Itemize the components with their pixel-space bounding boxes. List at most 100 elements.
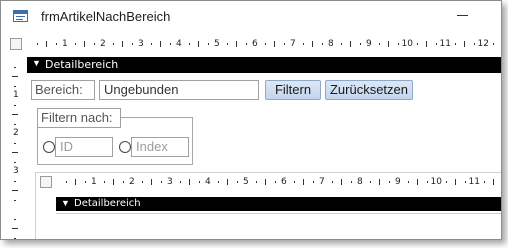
ruler-tick bbox=[75, 179, 76, 185]
option-index-label[interactable]: Index bbox=[131, 137, 189, 157]
subform-horizontal-ruler[interactable]: 1 2 3 4 5 6 7 8 9 10 11 bbox=[56, 173, 501, 191]
ruler-label: 10 bbox=[430, 177, 442, 187]
ruler-tick bbox=[169, 43, 171, 45]
ruler-tick bbox=[160, 41, 161, 47]
ruler-tick bbox=[312, 41, 313, 47]
ruler-tick bbox=[303, 179, 304, 185]
ruler-tick bbox=[36, 43, 38, 45]
ruler-label: 6 bbox=[281, 177, 287, 187]
ruler-tick bbox=[426, 41, 427, 47]
ruler-tick bbox=[14, 180, 16, 182]
ruler-tick bbox=[407, 181, 409, 183]
ruler-tick bbox=[189, 179, 190, 185]
ruler-tick bbox=[369, 181, 371, 183]
ruler-tick bbox=[14, 104, 16, 106]
ruler-label: 1 bbox=[62, 39, 68, 49]
horizontal-ruler[interactable]: 1 2 3 4 5 6 7 8 9 10 11 12 bbox=[27, 35, 501, 53]
ruler-tick bbox=[14, 142, 16, 144]
vertical-ruler[interactable]: 1 2 3 bbox=[5, 57, 25, 239]
ruler-tick bbox=[112, 43, 114, 45]
ruler-tick bbox=[312, 181, 314, 183]
ruler-tick bbox=[473, 43, 475, 45]
ruler-label: 3 bbox=[13, 166, 19, 176]
ruler-tick bbox=[255, 181, 257, 183]
ruler-tick bbox=[103, 181, 105, 183]
ruler-label: 4 bbox=[205, 177, 211, 187]
subform-control[interactable]: 1 2 3 4 5 6 7 8 9 10 11 ▼ Detailbereich bbox=[35, 172, 501, 239]
subform-section-arrow-icon: ▼ bbox=[61, 198, 70, 208]
ruler-tick bbox=[340, 43, 342, 45]
ruler-tick bbox=[492, 43, 494, 45]
subform-detail-section-label: Detailbereich bbox=[74, 198, 141, 209]
ruler-tick bbox=[378, 43, 380, 45]
ruler-tick bbox=[379, 179, 380, 185]
reset-button[interactable]: Zurücksetzen bbox=[325, 80, 413, 100]
ruler-tick bbox=[388, 41, 389, 47]
ruler-tick bbox=[264, 43, 266, 45]
ruler-tick bbox=[293, 181, 295, 183]
ruler-tick bbox=[227, 179, 228, 185]
ruler-tick bbox=[160, 181, 162, 183]
ruler-tick bbox=[14, 237, 16, 239]
filter-button[interactable]: Filtern bbox=[265, 80, 321, 100]
option-index-radio[interactable] bbox=[119, 141, 131, 153]
option-id-label[interactable]: ID bbox=[55, 137, 113, 157]
ruler-tick bbox=[12, 228, 18, 229]
ruler-tick bbox=[236, 41, 237, 47]
ruler-tick bbox=[302, 43, 304, 45]
ruler-tick bbox=[122, 181, 124, 183]
ruler-tick bbox=[188, 43, 190, 45]
ruler-tick bbox=[198, 181, 200, 183]
ruler-tick bbox=[141, 181, 143, 183]
window-title: frmArtikelNachBereich bbox=[41, 9, 171, 24]
ruler-label: 4 bbox=[176, 39, 182, 49]
form-selector[interactable] bbox=[10, 38, 22, 50]
ruler-label: 9 bbox=[395, 177, 401, 187]
detail-section-header[interactable]: ▼ Detailbereich bbox=[27, 57, 501, 73]
filter-group-label[interactable]: Filtern nach: bbox=[37, 108, 121, 128]
ruler-tick bbox=[236, 181, 238, 183]
ruler-tick bbox=[283, 43, 285, 45]
ruler-tick bbox=[179, 181, 181, 183]
ruler-label: 5 bbox=[214, 39, 220, 49]
title-bar: frmArtikelNachBereich bbox=[1, 1, 501, 33]
ruler-tick bbox=[84, 41, 85, 47]
ruler-label: 10 bbox=[401, 39, 413, 49]
ruler-tick bbox=[12, 114, 18, 115]
ruler-label: 12 bbox=[477, 39, 489, 49]
ruler-tick bbox=[14, 123, 16, 125]
ruler-tick bbox=[122, 41, 123, 47]
ruler-tick bbox=[350, 41, 351, 47]
ruler-label: 8 bbox=[328, 39, 334, 49]
option-id-radio[interactable] bbox=[43, 141, 55, 153]
ruler-label: 5 bbox=[243, 177, 249, 187]
ruler-tick bbox=[483, 181, 485, 183]
ruler-tick bbox=[198, 41, 199, 47]
ruler-tick bbox=[131, 43, 133, 45]
ruler-tick bbox=[359, 43, 361, 45]
ruler-tick bbox=[341, 179, 342, 185]
ruler-tick bbox=[445, 181, 447, 183]
ruler-tick bbox=[464, 41, 465, 47]
ruler-tick bbox=[416, 43, 418, 45]
ruler-tick bbox=[14, 161, 16, 163]
ruler-tick bbox=[14, 66, 16, 68]
ruler-tick bbox=[14, 85, 16, 87]
subform-selector[interactable] bbox=[40, 176, 52, 188]
ruler-tick bbox=[274, 181, 276, 183]
ruler-tick bbox=[14, 199, 16, 201]
ruler-label: 11 bbox=[439, 39, 451, 49]
ruler-label: 9 bbox=[366, 39, 372, 49]
form-icon bbox=[13, 10, 28, 22]
ruler-tick bbox=[55, 43, 57, 45]
subform-detail-section-header[interactable]: ▼ Detailbereich bbox=[56, 197, 501, 211]
ruler-tick bbox=[12, 152, 18, 153]
bereich-textbox[interactable]: Ungebunden bbox=[99, 80, 259, 100]
ruler-label: 8 bbox=[357, 177, 363, 187]
ruler-tick bbox=[84, 181, 86, 183]
bereich-label[interactable]: Bereich: bbox=[31, 80, 95, 100]
ruler-label: 6 bbox=[252, 39, 258, 49]
minimize-icon[interactable] bbox=[457, 15, 468, 16]
ruler-tick bbox=[454, 43, 456, 45]
form-window: frmArtikelNachBereich 1 2 3 4 5 6 7 8 9 10 11 12 12… bbox=[0, 0, 502, 240]
